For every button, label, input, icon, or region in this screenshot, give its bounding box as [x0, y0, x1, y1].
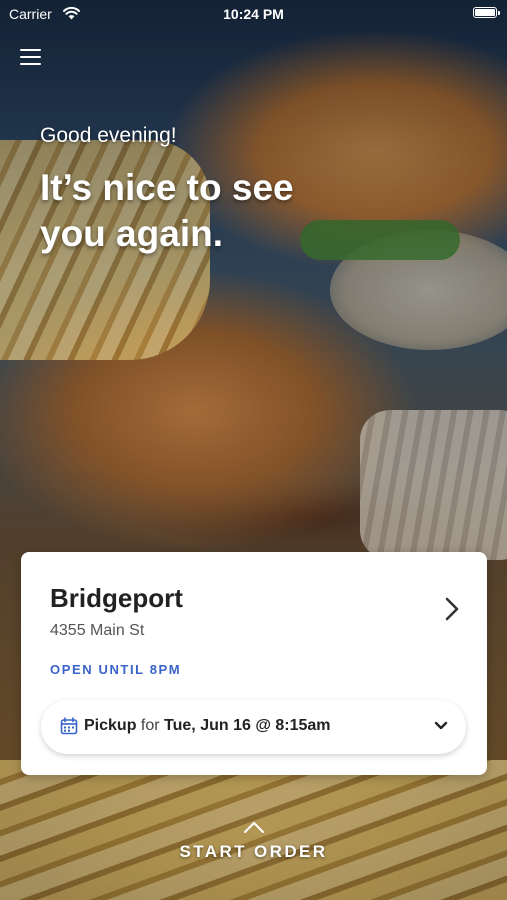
app-screen: Carrier 10:24 PM Good evening! It’s nice…	[0, 0, 507, 900]
menu-icon[interactable]	[20, 49, 41, 67]
store-name: Bridgeport	[50, 583, 183, 613]
greeting-text: Good evening!	[40, 124, 177, 147]
location-card[interactable]: Bridgeport 4355 Main St OPEN UNTIL 8PM P…	[21, 552, 487, 775]
calendar-icon	[60, 717, 78, 735]
chevron-up-icon	[243, 822, 264, 833]
pickup-time-selector[interactable]: Pickup for Tue, Jun 16 @ 8:15am	[41, 700, 466, 754]
pickup-summary: Pickup for Tue, Jun 16 @ 8:15am	[84, 717, 331, 735]
start-order-label: START ORDER	[179, 842, 328, 861]
pickup-connector: for	[140, 717, 160, 734]
status-bar: Carrier 10:24 PM	[0, 0, 507, 28]
store-hours: OPEN UNTIL 8PM	[50, 662, 182, 677]
pickup-datetime: Tue, Jun 16 @ 8:15am	[164, 717, 331, 734]
battery-icon	[473, 7, 500, 18]
chevron-right-icon[interactable]	[443, 596, 461, 622]
store-address: 4355 Main St	[50, 622, 145, 639]
pickup-mode: Pickup	[84, 717, 137, 734]
chevron-down-icon	[434, 721, 448, 730]
start-order-button[interactable]: START ORDER	[0, 820, 507, 862]
clock: 10:24 PM	[223, 6, 284, 22]
page-title: It’s nice to see you again.	[40, 167, 294, 254]
